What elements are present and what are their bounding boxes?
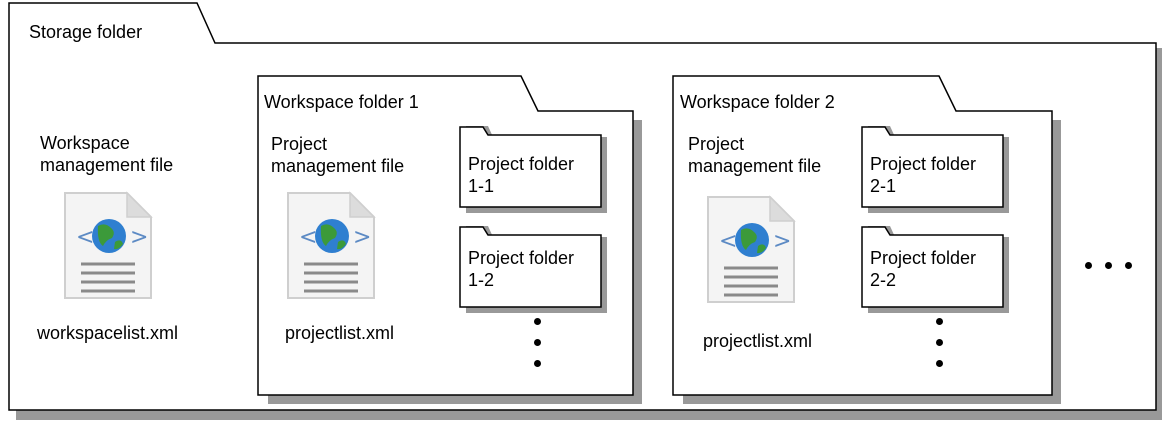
more-workspace-folders-ellipsis — [1085, 262, 1132, 269]
folder-diagram — [8, 2, 1162, 420]
project-folder-1-1-label-line1: Project folder — [468, 154, 575, 174]
project-filename-2: projectlist.xml — [703, 331, 813, 351]
project-folder-2-1-label: Project folder 2-1 — [870, 153, 976, 197]
storage-folder-title: Storage folder — [29, 22, 143, 42]
svg-text:<: < — [299, 225, 317, 250]
project-folder-2-1-label-line2: 2-1 — [870, 176, 897, 196]
project-management-file-label-2-line1: Project — [688, 134, 745, 154]
svg-text:>: > — [773, 229, 791, 254]
svg-text:>: > — [130, 225, 148, 250]
svg-text:>: > — [353, 225, 371, 250]
project-folder-1-1-label-line2: 1-1 — [468, 176, 495, 196]
workspace-management-file-label-line1: Workspace — [40, 133, 130, 153]
project-management-file-label-1: Project management file — [271, 133, 404, 177]
xml-file-icon: < > — [287, 191, 376, 299]
workspace-management-file-label-line2: management file — [40, 155, 174, 175]
project-folder-2-2-label: Project folder 2-2 — [870, 247, 976, 291]
project-management-file-label-2-line2: management file — [688, 156, 822, 176]
project-folder-2-2-label-line1: Project folder — [870, 248, 977, 268]
project-folder-2-2-label-line2: 2-2 — [870, 270, 897, 290]
project-management-file-label-2: Project management file — [688, 133, 821, 177]
project-folder-1-2-label-line1: Project folder — [468, 248, 575, 268]
workspace-management-file-label: Workspace management file — [40, 132, 173, 176]
project-management-file-label-1-line1: Project — [271, 134, 328, 154]
workspace-filename: workspacelist.xml — [37, 323, 179, 343]
more-project-folders-ellipsis-2 — [936, 318, 944, 381]
svg-text:<: < — [719, 229, 737, 254]
project-folder-1-2-label: Project folder 1-2 — [468, 247, 574, 291]
svg-text:<: < — [76, 225, 94, 250]
project-folder-1-1-label: Project folder 1-1 — [468, 153, 574, 197]
project-folder-1-2-label-line2: 1-2 — [468, 270, 495, 290]
more-project-folders-ellipsis-1 — [534, 318, 542, 381]
workspace-folder-1-title: Workspace folder 1 — [264, 92, 419, 112]
workspace-folder-2-title: Workspace folder 2 — [680, 92, 835, 112]
project-filename-1: projectlist.xml — [285, 323, 395, 343]
xml-file-icon: < > — [707, 195, 796, 303]
project-folder-2-1-label-line1: Project folder — [870, 154, 977, 174]
project-management-file-label-1-line2: management file — [271, 156, 405, 176]
xml-file-icon: < > — [64, 191, 153, 299]
